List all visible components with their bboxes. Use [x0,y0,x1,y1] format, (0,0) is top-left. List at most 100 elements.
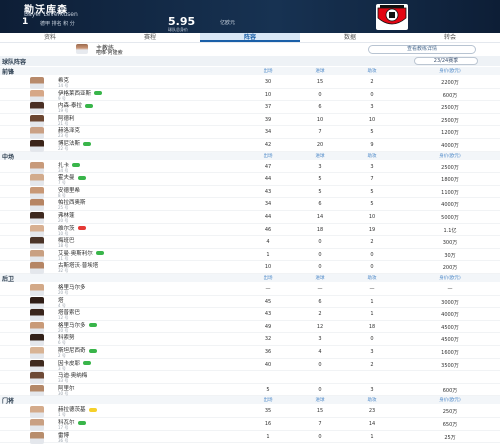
player-row[interactable]: 帕拉西奥斯 25 号 34 6 5 4000万 [0,198,500,212]
player-row[interactable]: 格里马尔多 20 号 49 12 18 4500万 [0,321,500,334]
stat-cell: 1600万 [441,350,459,356]
player-avatar [30,114,44,127]
player-row[interactable]: 马迪·奥纳梅 33 号 [0,371,500,385]
player-row[interactable]: 塔4 号 45 6 1 3000万 [0,296,500,309]
player-row[interactable]: 古斯塔沃·普埃塔 32 号 10 0 0 200万 [0,261,500,275]
tab-0[interactable]: 资料 [0,33,100,42]
stat-cell: 18 [368,323,376,330]
player-status-icon [83,141,92,146]
column-header: 进球 [315,398,325,404]
player-avatar [30,419,44,431]
stat-cell: 5 [370,129,374,136]
stat-cell: 37 [264,104,272,111]
stat-cell: 1 [370,433,374,440]
tab-3[interactable]: 数据 [300,33,400,42]
team-name-en: Bayer Leverkusen [24,11,78,18]
player-avatar [30,102,44,115]
player-row[interactable]: 扎卡 34 号 47 3 3 2500万 [0,161,500,174]
player-row[interactable]: 斯坦尼西奇 2 号 36 4 3 1600万 [0,346,500,359]
season-select[interactable]: 23/24赛季 [414,57,478,65]
stat-cell: 5000万 [441,215,459,221]
stat-cell: 5 [370,201,374,208]
stat-cell: — [447,286,453,292]
column-header: 助攻 [367,153,377,159]
stat-cell: 0 [370,91,374,98]
stat-cell: 0 [370,336,374,343]
coach-row[interactable]: 主教练 哈维·阿隆索 查看教练详情 [0,43,500,56]
stat-cell: 1100万 [441,189,459,196]
player-status-icon [95,251,104,256]
stat-cell: 1 [370,298,374,305]
column-header: 身价(欧元) [439,398,461,404]
stat-cell: 2 [370,361,374,368]
player-row[interactable]: 弗林蓬 20 号 44 14 10 5000万 [0,211,500,224]
player-avatar [30,334,44,347]
player-row[interactable]: 赫拉德茨基 1 号 35 15 23 250万 [0,405,500,419]
tab-2[interactable]: 阵容 [200,33,300,42]
stat-cell: 30万 [444,252,456,259]
stat-cell: 5 [318,176,322,183]
player-row[interactable]: 阿里尔 30 号 5 0 3 600万 [0,384,500,397]
player-avatar [30,140,44,152]
stat-cell: 2500万 [441,105,459,112]
player-status-icon [83,361,92,366]
position-label: 前锋 [2,69,15,76]
player-avatar [30,161,44,174]
stat-cell: 2 [370,239,374,246]
column-header: 出场 [263,69,273,74]
stat-cell: 650万 [442,422,458,428]
stat-cell: 3000万 [441,299,459,306]
column-header: 出场 [263,153,273,159]
player-row[interactable]: 塔普索巴 12 号 43 2 1 4000万 [0,308,500,322]
player-status-icon [77,420,86,425]
stat-cell: 15 [316,79,324,85]
coach-detail-button[interactable]: 查看教练详情 [368,45,476,54]
player-row[interactable]: 艾曼·奥斯利尔 11 号 1 0 0 30万 [0,249,500,262]
stat-cell: — [265,286,271,292]
position-label: 中场 [2,153,15,161]
player-row[interactable]: 因卡皮耶 3 号 40 0 2 3500万 [0,359,500,372]
stat-cell: 3 [370,104,374,111]
stat-cell: 3 [370,163,374,170]
stat-cell: 0 [370,264,374,271]
stat-cell: 4500万 [441,324,459,331]
player-row[interactable]: 内森-泰拉 19 号 37 6 3 2500万 [0,101,500,115]
player-status-icon [77,226,86,231]
player-row[interactable]: 梅班巴 18 号 4 0 2 300万 [0,236,500,250]
stat-cell: 46 [264,226,272,233]
player-row[interactable]: 阿德利 21 号 39 10 10 2500万 [0,114,500,127]
stat-cell: 5 [370,188,374,195]
tab-4[interactable]: 转会 [400,33,500,42]
player-row[interactable]: 伊格莱西亚斯 9 号 10 0 0 600万 [0,89,500,102]
player-status-icon [88,348,97,353]
player-avatar [30,237,44,250]
player-row[interactable]: 博尼法斯 22 号 42 20 9 4000万 [0,139,500,152]
player-avatar [30,186,44,199]
player-row[interactable]: 科瓦尔 17 号 16 7 14 650万 [0,418,500,431]
player-avatar [30,296,44,309]
player-row[interactable]: 安德里希 8 号 43 5 5 1100万 [0,186,500,199]
player-row[interactable]: 赫洛泽克 23 号 34 7 5 1200万 [0,126,500,140]
player-avatar [30,127,44,140]
player-number: 36 号 [58,437,69,443]
player-avatar [30,359,44,372]
stat-cell: 15 [316,408,324,415]
player-row[interactable]: 霍夫曼 7 号 44 5 7 1800万 [0,173,500,187]
player-status-icon [77,175,86,180]
team-logo [376,4,408,30]
player-avatar [30,431,44,444]
stat-cell: 3 [370,349,374,355]
player-row[interactable]: 雷博 36 号 1 0 1 25万 [0,431,500,444]
player-row[interactable]: 希克 14 号 30 15 2 2200万 [0,76,500,89]
player-avatar [30,199,44,212]
stat-cell: 23 [368,408,376,415]
position-header: 后卫 出场 进球 助攻 身价(欧元) [0,274,500,283]
tab-1[interactable]: 赛程 [100,33,200,42]
player-row[interactable]: 科索努 6 号 32 3 0 4500万 [0,333,500,347]
stat-cell: — [317,286,323,292]
stat-cell: 0 [318,386,322,393]
stat-cell: 0 [318,433,322,440]
stat-cell: 0 [370,251,374,258]
player-row[interactable]: 格里马尔多 20 号 — — — — [0,283,500,296]
player-row[interactable]: 维尔茨 10 号 46 18 19 1.1亿 [0,224,500,237]
